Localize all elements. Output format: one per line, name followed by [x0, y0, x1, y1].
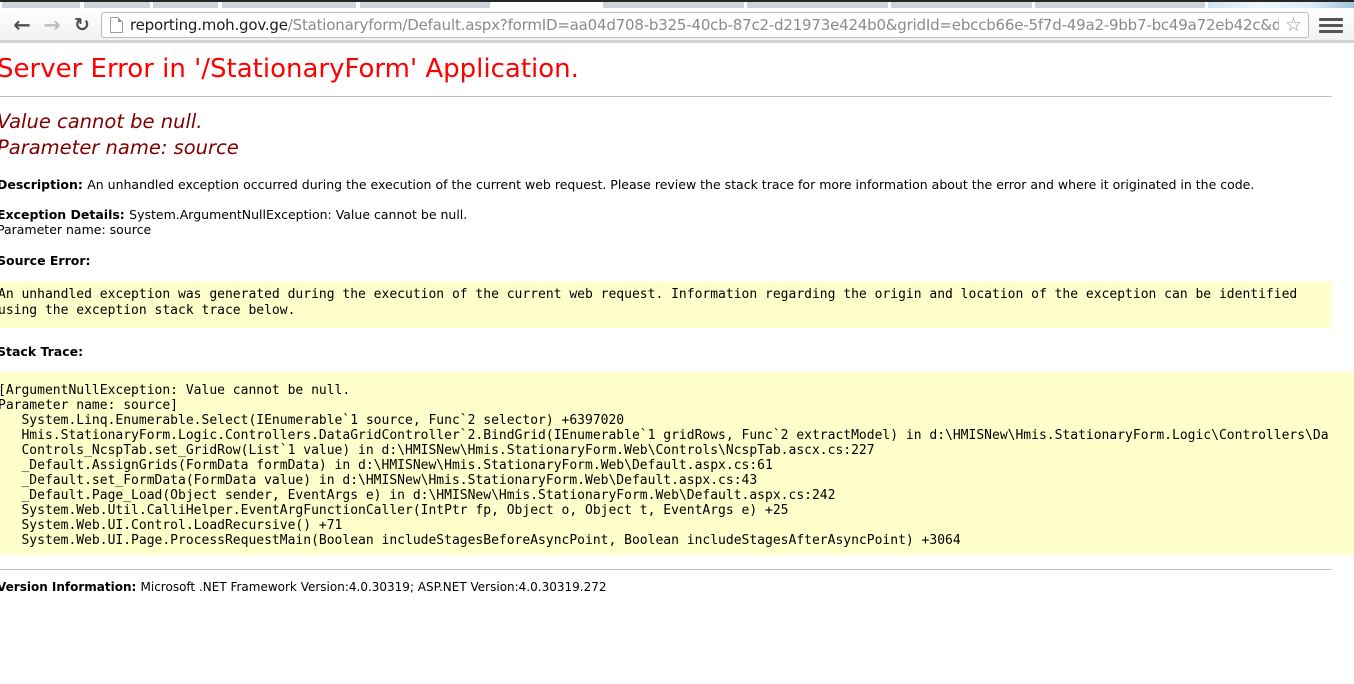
version-information: Version Information: Microsoft .NET Fram… [0, 580, 1332, 595]
browser-chrome: ← → ↻ reporting.moh.gov.ge/Stationaryfor… [0, 0, 1354, 43]
page-icon[interactable] [110, 17, 123, 33]
stack-trace-label: Stack Trace: [0, 344, 1332, 359]
version-information-text: Microsoft .NET Framework Version:4.0.303… [141, 580, 607, 594]
forward-icon[interactable]: → [37, 12, 67, 38]
exception-details-text: System.ArgumentNullException: Value cann… [129, 207, 467, 222]
divider [0, 96, 1332, 97]
back-icon[interactable]: ← [7, 12, 37, 38]
browser-tab[interactable] [1035, 2, 1205, 8]
browser-tab[interactable] [747, 2, 888, 8]
url-bar[interactable]: reporting.moh.gov.ge/Stationaryform/Defa… [101, 12, 1309, 38]
error-page: Server Error in '/StationaryForm' Applic… [0, 52, 1332, 595]
tab-strip [0, 0, 1354, 10]
source-error-box: An unhandled exception was generated dur… [0, 281, 1332, 328]
url-text[interactable]: reporting.moh.gov.ge/Stationaryform/Defa… [130, 16, 1279, 34]
reload-icon[interactable]: ↻ [67, 12, 97, 38]
error-message-line2: Parameter name: source [0, 135, 1332, 161]
description: Description: An unhandled exception occu… [0, 177, 1332, 192]
browser-tab[interactable] [2, 2, 80, 8]
exception-details: Exception Details: System.ArgumentNullEx… [0, 207, 1332, 237]
browser-tab[interactable] [153, 2, 218, 8]
exception-details-text-line2: Parameter name: source [0, 222, 151, 237]
browser-tab[interactable] [222, 2, 356, 8]
url-path: /Stationaryform/Default.aspx?formID=aa04… [288, 16, 1279, 34]
exception-details-label: Exception Details: [0, 207, 129, 222]
page-title: Server Error in '/StationaryForm' Applic… [0, 52, 1332, 86]
error-message: Value cannot be null. Parameter name: so… [0, 109, 1332, 161]
browser-tab[interactable] [360, 2, 490, 8]
menu-icon[interactable] [1319, 18, 1343, 33]
browser-tab[interactable] [603, 2, 744, 8]
error-message-line1: Value cannot be null. [0, 109, 1332, 135]
browser-tab[interactable] [84, 2, 150, 8]
stack-trace-text: [ArgumentNullException: Value cannot be … [0, 383, 1354, 548]
stack-trace-box: [ArgumentNullException: Value cannot be … [0, 372, 1354, 555]
bookmark-star-icon[interactable]: ☆ [1285, 15, 1302, 35]
description-label: Description: [0, 177, 87, 192]
browser-tab[interactable] [1208, 2, 1354, 8]
source-error-label: Source Error: [0, 253, 1332, 268]
description-text: An unhandled exception occurred during t… [87, 177, 1254, 192]
source-error-text: An unhandled exception was generated dur… [0, 287, 1332, 319]
divider [0, 569, 1332, 570]
browser-toolbar: ← → ↻ reporting.moh.gov.ge/Stationaryfor… [0, 10, 1354, 43]
browser-tab[interactable] [891, 2, 1032, 8]
url-host: reporting.moh.gov.ge [130, 16, 288, 34]
version-information-label: Version Information: [0, 580, 141, 594]
